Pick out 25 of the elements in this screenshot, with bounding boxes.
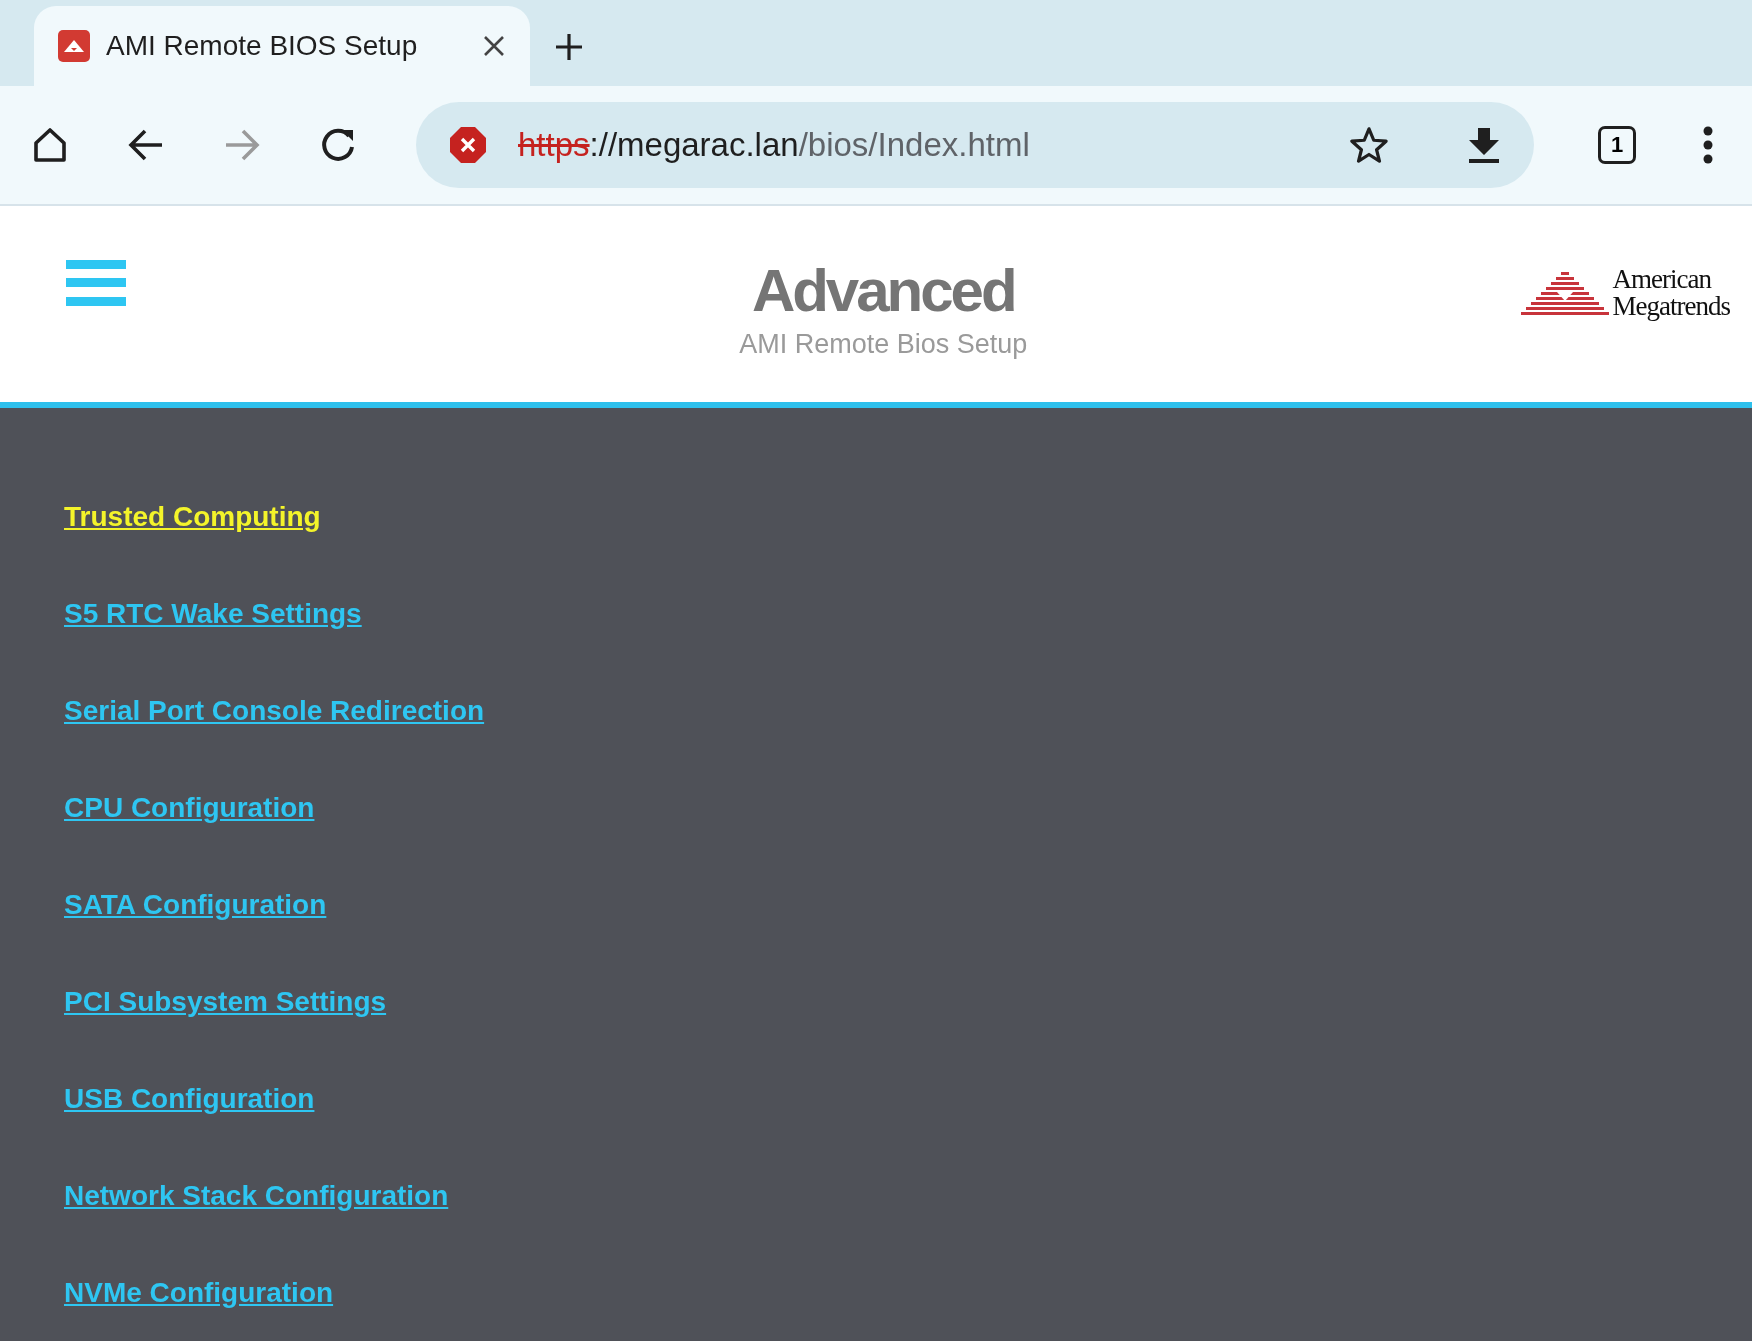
warning-icon[interactable] [448, 125, 488, 165]
menu-link[interactable]: NVMe Configuration [64, 1276, 334, 1310]
menu-link[interactable]: PCI Subsystem Settings [64, 985, 387, 1019]
menu-link[interactable]: CPU Configuration [64, 791, 315, 825]
page-subtitle: AMI Remote Bios Setup [739, 328, 1028, 361]
menu-link[interactable]: S5 RTC Wake Settings [64, 597, 362, 631]
more-icon[interactable] [1702, 125, 1714, 165]
menu-link[interactable]: SATA Configuration [64, 888, 327, 922]
tab-title: AMI Remote BIOS Setup [106, 29, 419, 63]
download-icon[interactable] [1466, 126, 1502, 164]
favicon-icon [58, 30, 90, 62]
logo-text: American [1612, 266, 1713, 293]
browser-tab[interactable]: AMI Remote BIOS Setup [34, 6, 530, 86]
menu-link[interactable]: Network Stack Configuration [64, 1179, 449, 1213]
url-text: https://megarac.lan/bios/Index.html [518, 125, 1031, 166]
star-icon[interactable] [1350, 126, 1388, 164]
logo-text: Megatrends [1612, 293, 1730, 320]
page-title: Advanced [751, 258, 1015, 324]
close-icon[interactable] [482, 34, 506, 58]
menu-link[interactable]: Serial Port Console Redirection [64, 694, 485, 728]
address-bar[interactable]: https://megarac.lan/bios/Index.html [416, 102, 1534, 188]
menu-link[interactable]: Trusted Computing [64, 500, 321, 534]
new-tab-icon[interactable] [554, 32, 584, 62]
menu-link[interactable]: USB Configuration [64, 1082, 315, 1116]
tab-count-button[interactable]: 1 [1580, 108, 1654, 182]
